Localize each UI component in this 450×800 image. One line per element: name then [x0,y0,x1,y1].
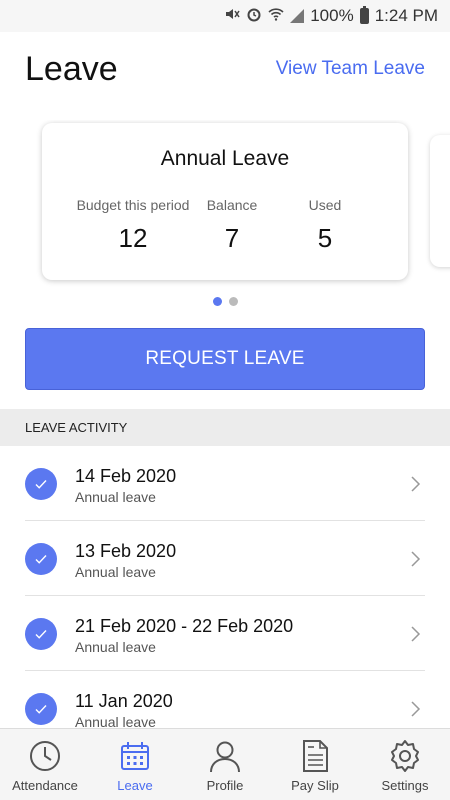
list-item[interactable]: 14 Feb 2020 Annual leave [0,446,450,521]
item-date: 13 Feb 2020 [75,541,177,561]
calendar-icon [121,742,149,770]
check-circle-icon [25,693,57,725]
balance-stat: Balance 7 [204,197,260,254]
used-stat: Used 5 [300,197,350,254]
chevron-right-icon [411,626,421,642]
clock-icon [30,741,60,771]
item-type: Annual leave [75,564,156,580]
gear-icon [391,740,419,772]
wifi-icon [268,6,284,26]
nav-item-attendance[interactable]: Attendance [0,729,90,800]
nav-label: Profile [206,778,244,793]
view-team-leave-link[interactable]: View Team Leave [276,58,425,80]
person-icon [210,741,240,773]
next-card-peek[interactable] [430,135,450,267]
card-title: Annual Leave [160,147,290,170]
annual-leave-card[interactable]: Annual Leave Budget this period 12 Balan… [42,123,408,280]
item-type: Annual leave [75,489,156,505]
check-circle-icon [25,543,57,575]
leave-card-carousel[interactable]: Annual Leave Budget this period 12 Balan… [0,120,450,290]
battery-icon [359,6,369,24]
budget-label: Budget this period [76,197,190,213]
nav-label: Pay Slip [291,778,339,793]
nav-label: Settings [381,778,429,793]
balance-value: 7 [224,223,240,253]
used-value: 5 [317,223,333,253]
nav-item-pay-slip[interactable]: Pay Slip [270,729,360,800]
chevron-right-icon [411,551,421,567]
chevron-right-icon [411,476,421,492]
item-type: Annual leave [75,714,156,728]
item-date: 21 Feb 2020 - 22 Feb 2020 [75,616,294,636]
item-date: 11 Jan 2020 [75,691,173,711]
request-leave-button[interactable]: REQUEST LEAVE [25,328,425,390]
nav-label: Leave [117,778,153,793]
page-dot-active[interactable] [212,297,222,306]
nav-item-leave[interactable]: Leave [90,729,180,800]
balance-label: Balance [206,197,258,213]
page-title: Leave [25,49,118,88]
signal-icon [290,9,305,23]
alarm-icon [246,6,262,26]
nav-item-profile[interactable]: Profile [180,729,270,800]
check-circle-icon [25,468,57,500]
carousel-pagination [0,297,450,306]
chevron-right-icon [411,701,421,717]
list-item[interactable]: 11 Jan 2020 Annual leave [0,671,450,728]
clock-time: 1:24 PM [374,6,438,25]
page-dot[interactable] [228,297,238,306]
item-date: 14 Feb 2020 [75,466,177,486]
check-circle-icon [25,618,57,650]
leave-activity-list: 14 Feb 2020 Annual leave 13 Feb 2020 Ann… [0,446,450,728]
budget-value: 12 [118,223,148,253]
used-label: Used [308,197,342,213]
mute-icon [224,6,240,26]
document-icon [303,740,328,772]
list-item[interactable]: 13 Feb 2020 Annual leave [0,521,450,596]
battery-percent: 100% [310,6,354,25]
bottom-nav: Attendance Leave Profile Pay Slip Settin… [0,728,450,800]
section-header: LEAVE ACTIVITY [0,409,450,446]
budget-stat: Budget this period 12 [72,197,194,254]
nav-label: Attendance [12,778,78,793]
list-item[interactable]: 21 Feb 2020 - 22 Feb 2020 Annual leave [0,596,450,671]
item-type: Annual leave [75,639,156,655]
header: Leave View Team Leave [0,32,450,106]
status-bar: 100% 1:24 PM [0,0,450,32]
nav-item-settings[interactable]: Settings [360,729,450,800]
